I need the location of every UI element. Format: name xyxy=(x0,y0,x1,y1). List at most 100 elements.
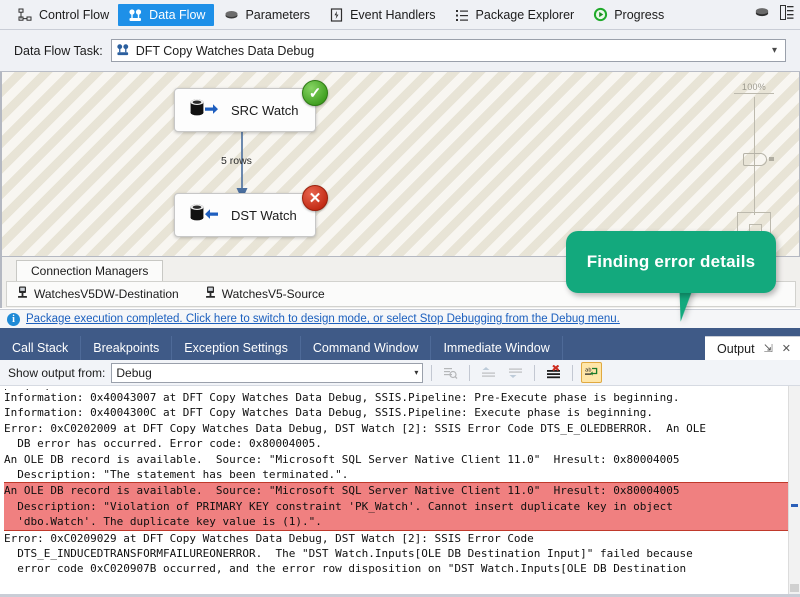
scrollbar-thumb[interactable] xyxy=(790,584,799,592)
info-icon: i xyxy=(7,312,20,326)
package-execution-message-link[interactable]: Package execution completed. Click here … xyxy=(26,313,620,325)
output-toolbar: Show output from: Debug ▾ ab xyxy=(0,360,800,386)
output-selected-error-block[interactable]: An OLE DB record is available. Source: "… xyxy=(4,482,800,531)
close-icon[interactable]: ✕ xyxy=(782,342,791,355)
designer-tab-strip: Control Flow Data Flow Parameters Event … xyxy=(0,0,800,30)
tab-output[interactable]: Output ⇲ ✕ xyxy=(705,336,800,360)
bottom-dock: Call Stack Breakpoints Exception Setting… xyxy=(0,328,800,597)
dock-tab-label: Call Stack xyxy=(12,341,69,355)
tab-parameters[interactable]: Parameters xyxy=(214,4,319,26)
component-src-watch[interactable]: SRC Watch xyxy=(174,88,316,132)
go-to-previous-message-icon[interactable] xyxy=(478,362,499,383)
tab-label: Parameters xyxy=(245,7,311,22)
zoom-slider-track[interactable] xyxy=(742,97,774,215)
data-flow-task-select[interactable]: DFT Copy Watches Data Debug ▾ xyxy=(110,39,786,62)
component-label: SRC Watch xyxy=(231,102,299,118)
scrollbar-marker xyxy=(791,504,798,507)
toolbar-separator xyxy=(431,364,433,381)
output-line: error code 0xC020907B occurred, and the … xyxy=(4,562,687,576)
dock-tab-label: Command Window xyxy=(312,341,419,355)
tab-breakpoints[interactable]: Breakpoints xyxy=(81,336,173,360)
tab-control-flow[interactable]: Control Flow xyxy=(8,4,118,26)
tab-label: Progress xyxy=(614,7,665,22)
zoom-slider-thumb[interactable] xyxy=(742,153,767,166)
callout-text: Finding error details xyxy=(586,252,756,271)
output-line: Information: 0x4004300C at DFT Copy Watc… xyxy=(4,406,654,420)
dock-tab-label: Immediate Window xyxy=(443,341,550,355)
output-text-area[interactable]: beginning. Information: 0x40043007 at DF… xyxy=(0,386,800,594)
output-line: An OLE DB record is available. Source: "… xyxy=(4,452,680,466)
ssis-designer-window: Control Flow Data Flow Parameters Event … xyxy=(0,0,800,597)
variables-icon[interactable] xyxy=(754,5,770,24)
data-flow-task-selected-value: DFT Copy Watches Data Debug xyxy=(135,43,315,58)
ole-db-source-icon xyxy=(189,97,219,124)
annotation-callout: Finding error details xyxy=(566,231,776,293)
find-message-icon[interactable] xyxy=(440,362,461,383)
chevron-down-icon[interactable]: ▾ xyxy=(772,45,777,56)
output-source-select[interactable]: Debug ▾ xyxy=(111,362,424,383)
output-line: Error: 0xC0202009 at DFT Copy Watches Da… xyxy=(4,421,706,435)
output-line: Description: "The statement has been ter… xyxy=(4,468,349,482)
go-to-next-message-icon[interactable] xyxy=(505,362,526,383)
chevron-down-icon[interactable]: ▾ xyxy=(414,368,418,377)
control-flow-icon xyxy=(17,7,33,23)
zoom-slider-dot xyxy=(768,157,774,161)
toolbar-separator xyxy=(469,364,471,381)
parameters-icon xyxy=(223,7,239,23)
output-line: 'dbo.Watch'. The duplicate key value is … xyxy=(4,514,800,530)
output-source-value: Debug xyxy=(116,365,152,380)
tab-label: Event Handlers xyxy=(350,7,436,22)
component-dst-watch[interactable]: DST Watch xyxy=(174,193,316,237)
status-badge-success: ✓ xyxy=(302,80,328,106)
svg-text:ab: ab xyxy=(585,368,592,374)
output-line: Error: 0xC0209029 at DFT Copy Watches Da… xyxy=(4,531,534,545)
connection-manager-label: WatchesV5DW-Destination xyxy=(34,287,179,301)
tab-call-stack[interactable]: Call Stack xyxy=(0,336,82,360)
data-flow-task-label: Data Flow Task: xyxy=(14,43,103,58)
connection-icon xyxy=(205,286,216,302)
connection-manager-source[interactable]: WatchesV5-Source xyxy=(205,286,325,302)
clear-all-icon[interactable] xyxy=(543,362,564,383)
data-flow-icon xyxy=(127,7,143,23)
output-line: DTS_E_INDUCEDTRANSFORMFAILUREONERROR. Th… xyxy=(4,547,693,561)
dock-tab-label: Output xyxy=(717,341,755,356)
dock-tab-strip: Call Stack Breakpoints Exception Setting… xyxy=(0,336,800,360)
connection-managers-tab[interactable]: Connection Managers xyxy=(16,260,164,281)
component-label: DST Watch xyxy=(231,207,297,223)
toolbar-separator xyxy=(534,364,536,381)
ssis-toolbox-icon[interactable] xyxy=(780,4,794,25)
toolbar-separator xyxy=(572,364,574,381)
connection-icon xyxy=(17,286,28,302)
connection-managers-tab-label: Connection Managers xyxy=(31,264,149,278)
ole-db-destination-icon xyxy=(189,202,219,229)
output-vertical-scrollbar[interactable] xyxy=(788,386,800,594)
tab-event-handlers[interactable]: Event Handlers xyxy=(319,4,444,26)
dock-tab-label: Breakpoints xyxy=(93,341,160,355)
tab-exception-settings[interactable]: Exception Settings xyxy=(172,336,301,360)
dock-tab-label: Exception Settings xyxy=(184,341,288,355)
progress-play-icon xyxy=(592,7,608,23)
tab-package-explorer[interactable]: Package Explorer xyxy=(445,4,584,26)
check-icon: ✓ xyxy=(308,85,322,102)
pin-icon[interactable]: ⇲ xyxy=(764,342,773,355)
output-line: Description: "Violation of PRIMARY KEY c… xyxy=(4,498,800,515)
show-output-from-label: Show output from: xyxy=(8,365,106,380)
data-flow-canvas[interactable]: 5 rows SRC Watch ✓ DST Watch ✕ 100% xyxy=(0,72,800,256)
zoom-top-rule xyxy=(734,93,774,94)
connection-manager-destination[interactable]: WatchesV5DW-Destination xyxy=(17,286,179,302)
zoom-level-label: 100% xyxy=(741,82,767,92)
data-flow-task-bar: Data Flow Task: DFT Copy Watches Data De… xyxy=(0,30,800,72)
tab-data-flow[interactable]: Data Flow xyxy=(118,3,215,26)
cross-icon: ✕ xyxy=(308,190,322,207)
output-line: Information: 0x40043007 at DFT Copy Watc… xyxy=(4,391,680,404)
tab-command-window[interactable]: Command Window xyxy=(301,336,432,360)
tab-progress[interactable]: Progress xyxy=(583,4,673,26)
tab-label: Package Explorer xyxy=(475,7,575,22)
canvas-zoom-control[interactable]: 100% xyxy=(731,82,777,238)
toggle-word-wrap-icon[interactable]: ab xyxy=(581,362,603,383)
tab-immediate-window[interactable]: Immediate Window xyxy=(431,336,563,360)
package-explorer-icon xyxy=(454,7,470,23)
output-line: DB error has occurred. Error code: 0x800… xyxy=(4,437,322,451)
connection-manager-label: WatchesV5-Source xyxy=(221,287,325,301)
data-flow-icon xyxy=(116,43,130,59)
